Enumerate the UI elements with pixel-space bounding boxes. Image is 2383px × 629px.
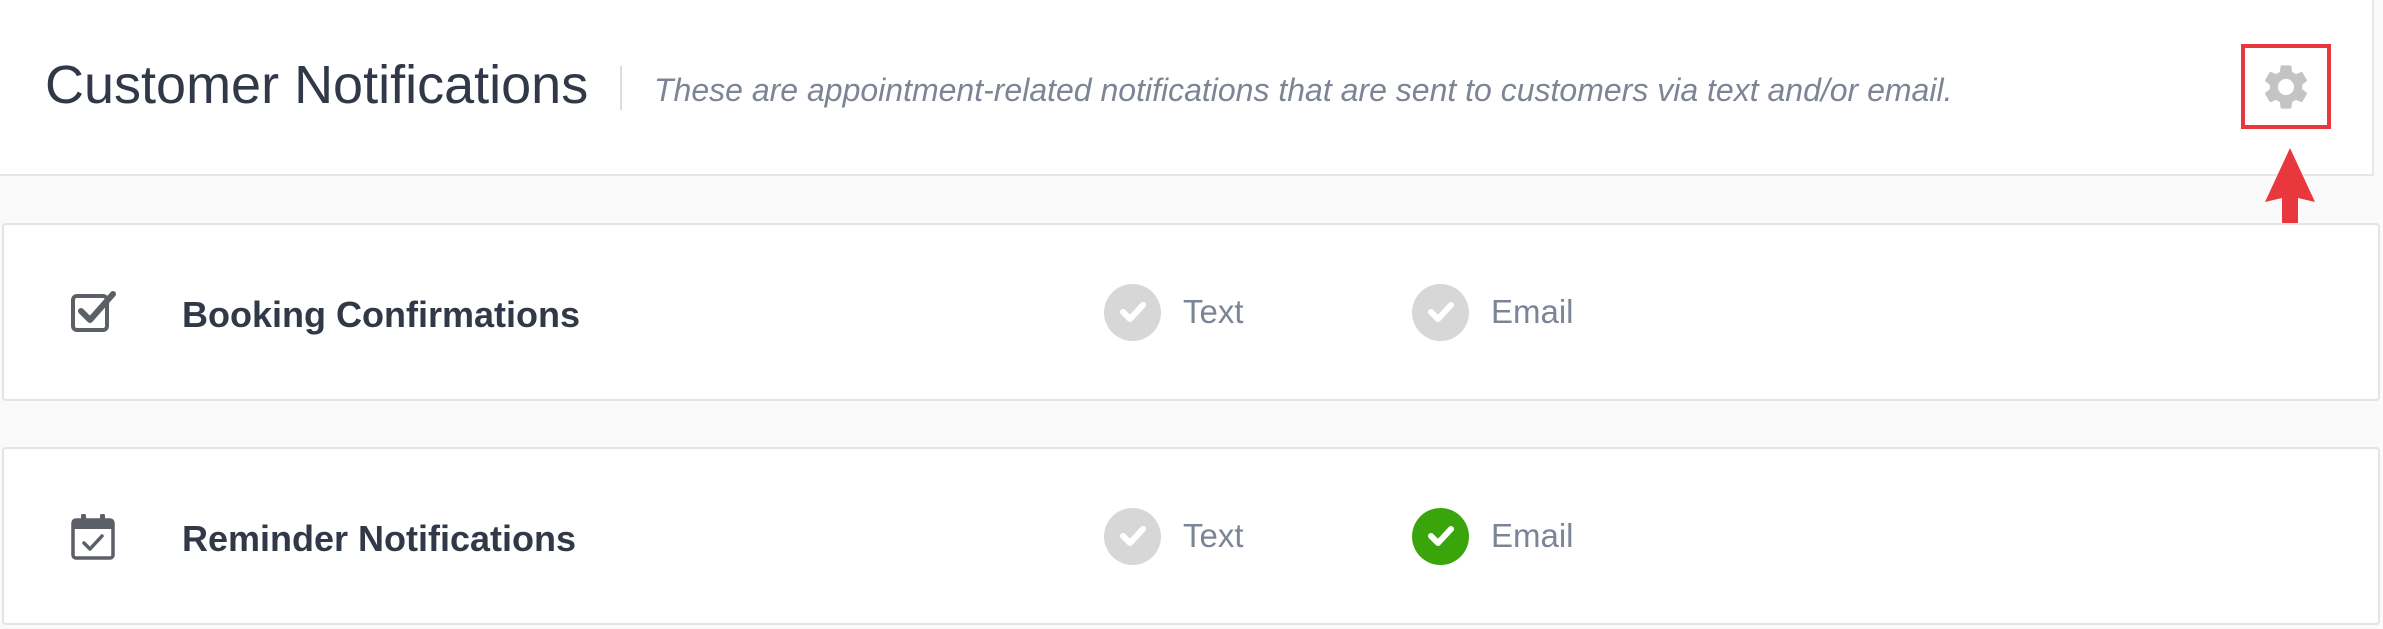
check-circle-icon xyxy=(1412,283,1469,341)
notification-label: Reminder Notifications xyxy=(182,518,577,559)
page-subtitle: These are appointment-related notificati… xyxy=(654,72,1953,108)
text-label: Text xyxy=(1183,517,1244,554)
page-title: Customer Notifications xyxy=(45,55,589,115)
check-circle-icon xyxy=(1412,507,1469,565)
settings-button[interactable] xyxy=(2241,44,2331,129)
checkbox-icon xyxy=(71,291,116,332)
notification-row-reminder-notifications: Reminder Notifications Text Email xyxy=(2,447,2380,625)
title-divider xyxy=(620,66,622,110)
check-circle-icon xyxy=(1104,283,1161,341)
email-label: Email xyxy=(1491,517,1574,554)
gear-icon xyxy=(2264,64,2308,109)
email-toggle[interactable]: Email xyxy=(1412,282,1574,342)
email-toggle[interactable]: Email xyxy=(1412,506,1574,566)
text-toggle[interactable]: Text xyxy=(1104,282,1244,342)
calendar-check-icon xyxy=(71,514,115,560)
text-toggle[interactable]: Text xyxy=(1104,506,1244,566)
email-label: Email xyxy=(1491,293,1574,330)
page-header: Customer Notifications These are appoint… xyxy=(0,0,2374,176)
notification-row-booking-confirmations: Booking Confirmations Text Email xyxy=(2,223,2380,401)
text-label: Text xyxy=(1183,293,1244,330)
check-circle-icon xyxy=(1104,507,1161,565)
notification-label: Booking Confirmations xyxy=(182,294,580,335)
